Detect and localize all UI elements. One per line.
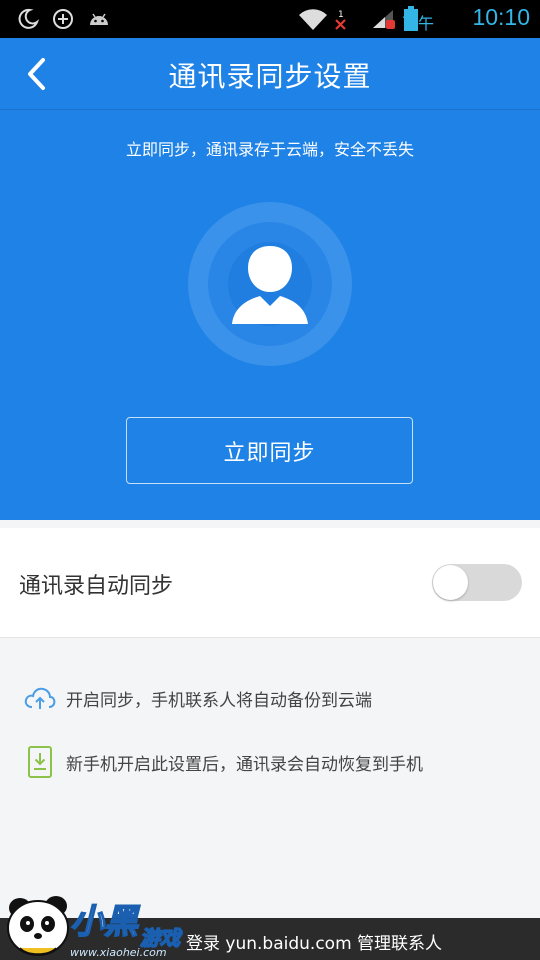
panda-icon xyxy=(7,896,69,956)
status-ampm: 下午 xyxy=(401,14,434,33)
logo-url: www.xiaohei.com xyxy=(70,946,167,959)
user-silhouette-icon xyxy=(232,246,308,324)
page-title: 通讯录同步设置 xyxy=(168,60,372,93)
avatar-core xyxy=(228,242,312,326)
info-item-restore: 新手机开启此设置后，通讯录会自动恢复到手机 xyxy=(24,746,423,778)
moon-icon xyxy=(14,0,42,38)
info-text: 开启同步，手机联系人将自动备份到云端 xyxy=(66,690,372,711)
cloud-upload-icon xyxy=(24,682,56,714)
phone-download-icon xyxy=(24,746,56,778)
toggle-knob xyxy=(433,565,468,600)
logo-main-text: 小黑 xyxy=(69,901,139,943)
info-item-cloud-backup: 开启同步，手机联系人将自动备份到云端 xyxy=(24,682,372,714)
auto-sync-label: 通讯录自动同步 xyxy=(19,574,174,599)
info-text: 新手机开启此设置后，通讯录会自动恢复到手机 xyxy=(66,754,423,775)
wifi-icon xyxy=(296,0,330,38)
status-time: 10:10 xyxy=(472,4,530,30)
hero-panel: 立即同步，通讯录存于云端，安全不丢失 立即同步 xyxy=(0,110,540,520)
status-bar: 1 下午 10:10 xyxy=(0,0,540,38)
no-data-icon: 1 xyxy=(333,0,349,38)
header: 通讯录同步设置 xyxy=(0,38,540,110)
avatar-ring xyxy=(208,222,332,346)
bottom-manage-link[interactable]: 登录 yun.baidu.com 管理联系人 xyxy=(186,929,442,954)
auto-sync-row: 通讯录自动同步 xyxy=(0,528,540,638)
svg-text:1: 1 xyxy=(338,10,344,20)
watermark-logo: 小黑 游戏 www.xiaohei.com xyxy=(0,890,200,960)
auto-sync-toggle[interactable] xyxy=(432,564,522,601)
hero-subtitle: 立即同步，通讯录存于云端，安全不丢失 xyxy=(125,140,414,159)
sync-now-button[interactable]: 立即同步 xyxy=(126,417,413,484)
add-circle-icon xyxy=(50,0,76,38)
signal-icon xyxy=(370,0,398,38)
avatar xyxy=(188,202,352,366)
android-icon xyxy=(86,0,112,38)
